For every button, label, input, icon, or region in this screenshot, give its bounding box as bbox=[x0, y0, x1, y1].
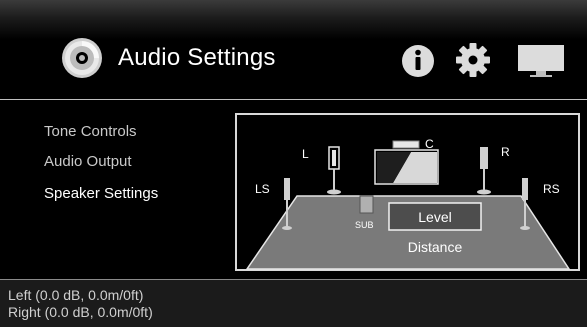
label-center: C bbox=[425, 137, 434, 151]
menu-item-speaker-settings[interactable]: Speaker Settings bbox=[44, 185, 158, 202]
disc-icon bbox=[62, 38, 102, 78]
gear-icon[interactable] bbox=[455, 42, 491, 78]
page-title: Audio Settings bbox=[118, 44, 276, 71]
status-panel: Left (0.0 dB, 0.0m/0ft) Right (0.0 dB, 0… bbox=[0, 279, 587, 327]
status-line-left: Left (0.0 dB, 0.0m/0ft) bbox=[8, 287, 144, 303]
label-left-surround: LS bbox=[255, 182, 270, 196]
label-right-surround: RS bbox=[543, 182, 560, 196]
speaker-layout-diagram: C L R LS RS SUB Level Distance bbox=[235, 113, 580, 271]
distance-option[interactable]: Distance bbox=[408, 239, 463, 255]
status-line-right: Right (0.0 dB, 0.0m/0ft) bbox=[8, 304, 153, 320]
info-icon[interactable] bbox=[401, 44, 435, 78]
header-divider bbox=[0, 99, 587, 100]
menu-item-tone-controls[interactable]: Tone Controls bbox=[44, 123, 137, 140]
label-subwoofer: SUB bbox=[355, 220, 374, 230]
display-icon[interactable] bbox=[517, 44, 565, 78]
menu-item-audio-output[interactable]: Audio Output bbox=[44, 153, 132, 170]
label-right: R bbox=[501, 145, 510, 159]
level-button[interactable]: Level bbox=[418, 209, 451, 225]
label-left: L bbox=[302, 147, 309, 161]
subwoofer[interactable] bbox=[359, 195, 374, 214]
